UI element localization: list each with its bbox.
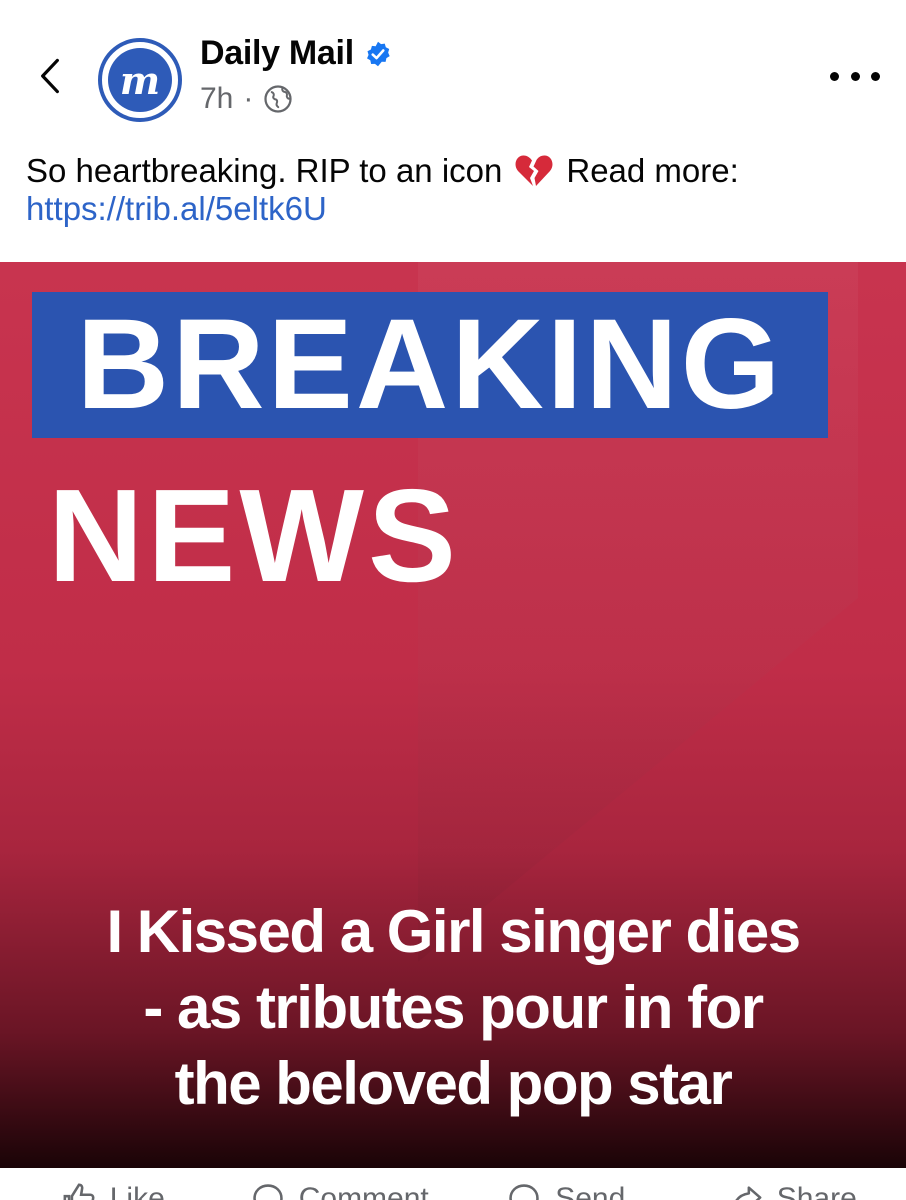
headline-line: the beloved pop star bbox=[174, 1050, 733, 1117]
share-label: Share bbox=[776, 1182, 857, 1200]
post-time[interactable]: 7h bbox=[200, 82, 233, 116]
more-dot bbox=[830, 71, 839, 81]
broken-heart-icon bbox=[515, 155, 553, 186]
share-icon bbox=[735, 1186, 762, 1200]
like-label: Like bbox=[109, 1182, 165, 1200]
breaking-banner: BREAKING bbox=[32, 292, 828, 438]
headline-line: I Kissed a Girl singer dies bbox=[106, 898, 801, 965]
more-options-button[interactable] bbox=[830, 58, 880, 94]
globe-icon[interactable] bbox=[263, 84, 293, 114]
page-name[interactable]: Daily Mail bbox=[200, 34, 354, 73]
caption-read-more: Read more: bbox=[566, 152, 739, 189]
back-button[interactable] bbox=[30, 48, 70, 104]
post-meta: 7h · bbox=[200, 82, 293, 116]
verified-badge-icon bbox=[366, 41, 390, 66]
more-dot bbox=[850, 71, 860, 81]
send-button[interactable]: Send bbox=[453, 1168, 680, 1200]
caption-text: So heartbreaking. RIP to an icon bbox=[26, 152, 503, 189]
chevron-left-icon bbox=[41, 58, 59, 94]
post-actions-bar: Like Comment Send Share bbox=[0, 1168, 906, 1200]
more-dot bbox=[871, 71, 880, 81]
meta-separator: · bbox=[243, 82, 254, 115]
avatar-logo: m bbox=[108, 48, 172, 112]
page-avatar[interactable]: m bbox=[98, 38, 182, 122]
send-label: Send bbox=[555, 1182, 626, 1200]
post-link[interactable]: https://trib.al/5eltk6U bbox=[26, 190, 886, 228]
share-button[interactable]: Share bbox=[680, 1168, 906, 1200]
news-text: NEWS bbox=[48, 462, 460, 609]
comment-label: Comment bbox=[298, 1182, 429, 1200]
caption-line: So heartbreaking. RIP to an icon Read mo… bbox=[26, 152, 886, 190]
page-name-row[interactable]: Daily Mail bbox=[200, 34, 392, 73]
breaking-text: BREAKING bbox=[76, 293, 784, 436]
like-icon bbox=[63, 1183, 95, 1200]
post-image[interactable]: BREAKING NEWS I Kissed a Girl singer die… bbox=[0, 262, 906, 1168]
send-icon bbox=[509, 1184, 539, 1200]
image-headline: I Kissed a Girl singer dies - as tribute… bbox=[20, 894, 886, 1122]
comment-icon bbox=[252, 1184, 283, 1200]
headline-line: - as tributes pour in for bbox=[143, 974, 764, 1041]
post-caption: So heartbreaking. RIP to an icon Read mo… bbox=[26, 152, 886, 228]
like-button[interactable]: Like bbox=[0, 1168, 227, 1200]
post-header: m Daily Mail 7h · bbox=[0, 0, 906, 140]
comment-button[interactable]: Comment bbox=[227, 1168, 454, 1200]
